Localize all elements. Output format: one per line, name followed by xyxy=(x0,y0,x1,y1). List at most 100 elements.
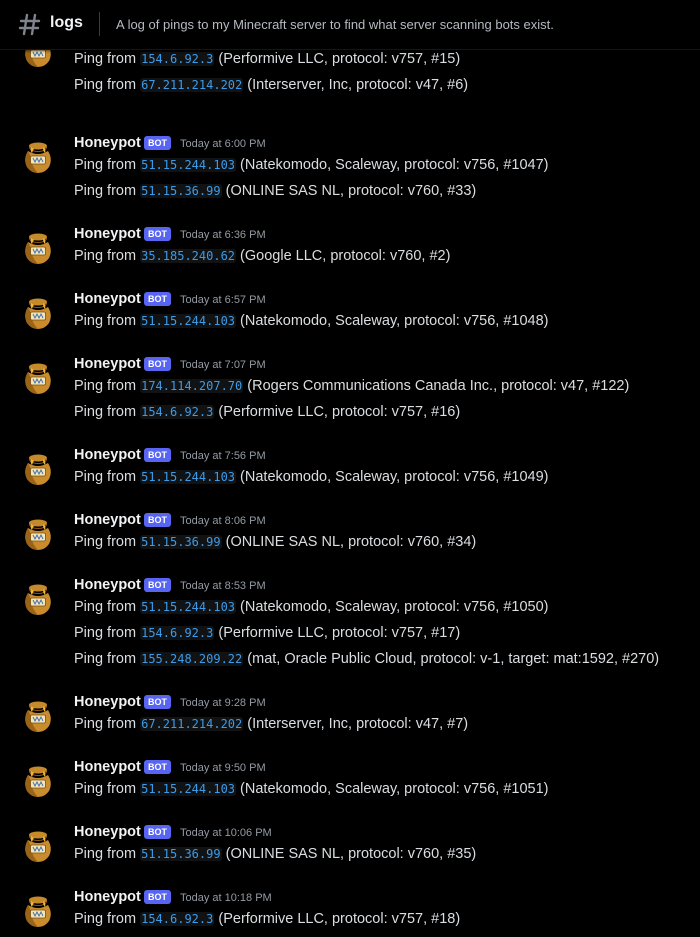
line-detail: (ONLINE SAS NL, protocol: v760, #34) xyxy=(225,534,477,550)
ip-address: 51.15.36.99 xyxy=(140,847,222,861)
line-prefix: Ping from xyxy=(74,599,137,615)
ip-address: 51.15.36.99 xyxy=(140,184,222,198)
line-prefix: Ping from xyxy=(74,248,137,264)
timestamp[interactable]: Today at 9:50 PM xyxy=(180,762,266,775)
timestamp[interactable]: Today at 10:06 PM xyxy=(180,827,272,840)
honey-pot-icon[interactable] xyxy=(22,581,54,617)
message-line: Ping from 154.6.92.3 (Performive LLC, pr… xyxy=(74,403,460,421)
line-prefix: Ping from xyxy=(74,469,137,485)
timestamp[interactable]: Today at 7:07 PM xyxy=(180,359,266,372)
author-name[interactable]: Honeypot xyxy=(74,693,141,711)
line-detail: (mat, Oracle Public Cloud, protocol: v-1… xyxy=(247,651,660,667)
ip-address: 51.15.244.103 xyxy=(140,314,237,328)
author-name[interactable]: Honeypot xyxy=(74,511,141,529)
line-detail: (Rogers Communications Canada Inc., prot… xyxy=(247,378,630,394)
honey-pot-icon[interactable] xyxy=(22,516,54,552)
line-prefix: Ping from xyxy=(74,404,137,420)
line-prefix: Ping from xyxy=(74,183,137,199)
line-detail: (Performive LLC, protocol: v757, #16) xyxy=(218,404,461,420)
channel-topic: A log of pings to my Minecraft server to… xyxy=(116,17,554,32)
line-detail: (ONLINE SAS NL, protocol: v760, #33) xyxy=(225,183,477,199)
message-line: Ping from 67.211.214.202 (Interserver, I… xyxy=(74,76,468,94)
ip-address: 174.114.207.70 xyxy=(140,379,244,393)
line-prefix: Ping from xyxy=(74,716,137,732)
line-detail: (Natekomodo, Scaleway, protocol: v756, #… xyxy=(240,157,549,173)
author-name[interactable]: Honeypot xyxy=(74,758,141,776)
timestamp[interactable]: Today at 8:53 PM xyxy=(180,580,266,593)
message-line: Ping from 154.6.92.3 (Performive LLC, pr… xyxy=(74,910,460,928)
line-detail: (Performive LLC, protocol: v757, #17) xyxy=(218,625,461,641)
honey-pot-icon[interactable] xyxy=(22,360,54,396)
ip-address: 35.185.240.62 xyxy=(140,249,237,263)
author-name[interactable]: Honeypot xyxy=(74,225,141,243)
bot-badge: BOT xyxy=(144,695,171,709)
message-line: Ping from 51.15.244.103 (Natekomodo, Sca… xyxy=(74,156,548,174)
bot-badge: BOT xyxy=(144,292,171,306)
honey-pot-icon[interactable] xyxy=(22,893,54,929)
honey-pot-icon[interactable] xyxy=(22,763,54,799)
channel-name[interactable]: logs xyxy=(50,14,83,32)
line-detail: (Interserver, Inc, protocol: v47, #7) xyxy=(247,716,469,732)
message-line: Ping from 51.15.36.99 (ONLINE SAS NL, pr… xyxy=(74,182,476,200)
message-line: Ping from 155.248.209.22 (mat, Oracle Pu… xyxy=(74,650,659,668)
bot-badge: BOT xyxy=(144,578,171,592)
honey-pot-icon[interactable] xyxy=(22,451,54,487)
timestamp[interactable]: Today at 8:06 PM xyxy=(180,515,266,528)
line-prefix: Ping from xyxy=(74,651,137,667)
line-prefix: Ping from xyxy=(74,911,137,927)
line-detail: (ONLINE SAS NL, protocol: v760, #35) xyxy=(225,846,477,862)
bot-badge: BOT xyxy=(144,136,171,150)
ip-address: 154.6.92.3 xyxy=(140,52,215,66)
line-prefix: Ping from xyxy=(74,77,137,93)
ip-address: 67.211.214.202 xyxy=(140,717,244,731)
ip-address: 51.15.244.103 xyxy=(140,158,237,172)
ip-address: 51.15.36.99 xyxy=(140,535,222,549)
line-detail: (Google LLC, protocol: v760, #2) xyxy=(240,248,451,264)
timestamp[interactable]: Today at 10:18 PM xyxy=(180,892,272,905)
timestamp[interactable]: Today at 6:57 PM xyxy=(180,294,266,307)
line-prefix: Ping from xyxy=(74,51,137,67)
line-detail: (Performive LLC, protocol: v757, #18) xyxy=(218,911,461,927)
author-name[interactable]: Honeypot xyxy=(74,134,141,152)
message-line: Ping from 51.15.244.103 (Natekomodo, Sca… xyxy=(74,312,548,330)
ip-address: 51.15.244.103 xyxy=(140,782,237,796)
author-name[interactable]: Honeypot xyxy=(74,576,141,594)
line-prefix: Ping from xyxy=(74,534,137,550)
author-name[interactable]: Honeypot xyxy=(74,446,141,464)
message-line: Ping from 174.114.207.70 (Rogers Communi… xyxy=(74,377,629,395)
ip-address: 51.15.244.103 xyxy=(140,600,237,614)
ip-address: 154.6.92.3 xyxy=(140,405,215,419)
author-name[interactable]: Honeypot xyxy=(74,888,141,906)
line-prefix: Ping from xyxy=(74,378,137,394)
message-line: Ping from 35.185.240.62 (Google LLC, pro… xyxy=(74,247,450,265)
timestamp[interactable]: Today at 6:36 PM xyxy=(180,229,266,242)
timestamp[interactable]: Today at 6:00 PM xyxy=(180,138,266,151)
message-line: Ping from 154.6.92.3 (Performive LLC, pr… xyxy=(74,624,460,642)
honey-pot-icon[interactable] xyxy=(22,295,54,331)
ip-address: 154.6.92.3 xyxy=(140,912,215,926)
header-divider xyxy=(99,12,100,36)
bot-badge: BOT xyxy=(144,357,171,371)
honey-pot-icon[interactable] xyxy=(22,139,54,175)
timestamp[interactable]: Today at 9:28 PM xyxy=(180,697,266,710)
author-name[interactable]: Honeypot xyxy=(74,823,141,841)
hash-icon xyxy=(18,13,41,36)
author-name[interactable]: Honeypot xyxy=(74,290,141,308)
timestamp[interactable]: Today at 7:56 PM xyxy=(180,450,266,463)
message-line: Ping from 51.15.244.103 (Natekomodo, Sca… xyxy=(74,468,548,486)
message-line: Ping from 154.6.92.3 (Performive LLC, pr… xyxy=(74,50,460,68)
honey-pot-icon[interactable] xyxy=(22,698,54,734)
line-prefix: Ping from xyxy=(74,781,137,797)
honey-pot-icon[interactable] xyxy=(22,828,54,864)
bot-badge: BOT xyxy=(144,825,171,839)
bot-badge: BOT xyxy=(144,760,171,774)
bot-badge: BOT xyxy=(144,448,171,462)
author-name[interactable]: Honeypot xyxy=(74,355,141,373)
message-line: Ping from 51.15.244.103 (Natekomodo, Sca… xyxy=(74,780,548,798)
honey-pot-icon[interactable] xyxy=(22,230,54,266)
bot-badge: BOT xyxy=(144,227,171,241)
ip-address: 51.15.244.103 xyxy=(140,470,237,484)
ip-address: 155.248.209.22 xyxy=(140,652,244,666)
line-detail: (Natekomodo, Scaleway, protocol: v756, #… xyxy=(240,469,549,485)
ip-address: 154.6.92.3 xyxy=(140,626,215,640)
